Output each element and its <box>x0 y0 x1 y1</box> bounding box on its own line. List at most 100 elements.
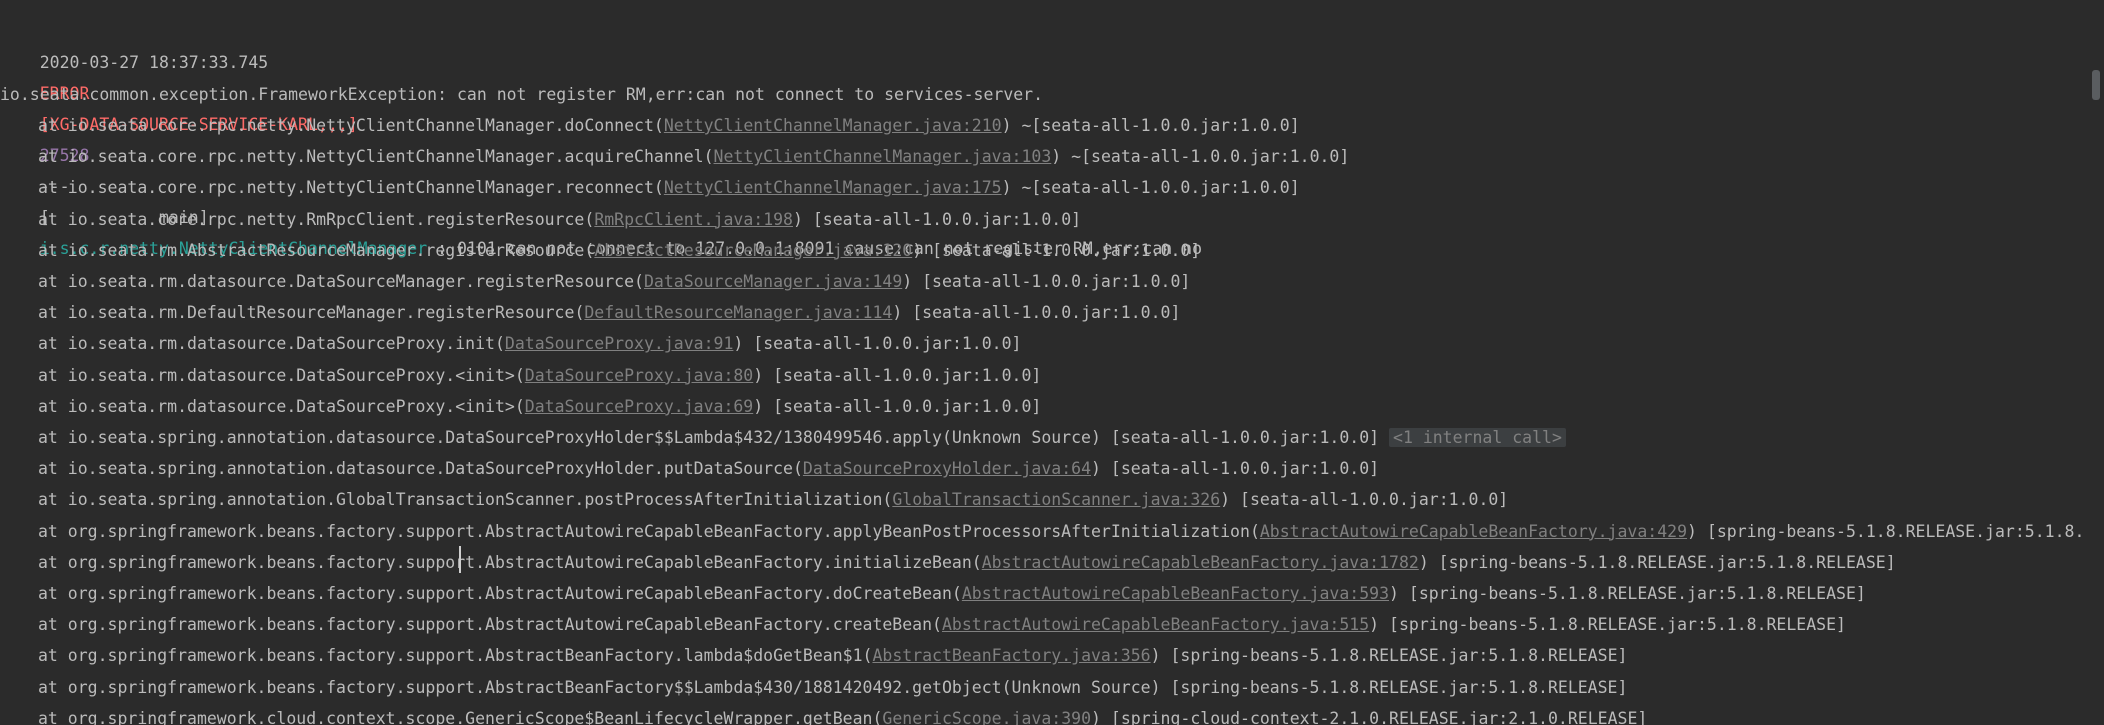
scrollbar-thumb[interactable] <box>2092 70 2100 100</box>
paren-open: ( <box>584 209 595 229</box>
source-link[interactable]: DataSourceManager.java:149 <box>644 272 902 291</box>
jar-info: [seata-all-1.0.0.jar:1.0.0] <box>743 334 1022 354</box>
source-link[interactable]: RmRpcClient.java:198 <box>594 210 793 229</box>
paren-close: ) <box>912 240 923 260</box>
stack-frame-method: at io.seata.core.rpc.netty.NettyClientCh… <box>38 116 654 135</box>
paren-open: ( <box>872 708 883 725</box>
stack-frame: at io.seata.rm.DefaultResourceManager.re… <box>38 297 1180 328</box>
source-link[interactable]: AbstractAutowireCapableBeanFactory.java:… <box>962 584 1389 603</box>
jar-info: ~[seata-all-1.0.0.jar:1.0.0] <box>1011 178 1300 198</box>
text-caret <box>459 546 461 573</box>
paren-open: ( <box>862 646 873 666</box>
log-timestamp: 2020-03-27 18:37:33.745 <box>39 53 269 72</box>
paren-open: ( <box>653 178 664 198</box>
stack-frame-method: at org.springframework.beans.factory.sup… <box>38 584 952 603</box>
stack-frame-method: at io.seata.core.rpc.netty.NettyClientCh… <box>38 178 654 198</box>
paren-open: ( <box>514 365 525 385</box>
source-link[interactable]: DataSourceProxy.java:80 <box>525 366 753 385</box>
internal-call-fold[interactable]: <1 internal call> <box>1389 428 1566 447</box>
console-output[interactable]: 2020-03-27 18:37:33.745 ERROR [XG-DATA-S… <box>0 0 2104 725</box>
stack-frame-method: at io.seata.rm.datasource.DataSourceProx… <box>38 365 515 385</box>
jar-info: [seata-all-1.0.0.jar:1.0.0] <box>1100 428 1380 447</box>
stack-frame-method: at org.springframework.beans.factory.sup… <box>38 552 972 572</box>
paren-close: ) <box>793 209 803 229</box>
stack-frame: at org.springframework.beans.factory.sup… <box>38 516 2084 547</box>
paren-close: ) <box>733 334 744 354</box>
paren-open: ( <box>494 334 505 354</box>
paren-close: ) <box>892 303 903 323</box>
jar-info: [seata-all-1.0.0.jar:1.0.0] <box>802 209 1082 229</box>
stack-frame-method: at io.seata.spring.annotation.GlobalTran… <box>38 490 883 510</box>
stack-frame: at io.seata.rm.datasource.DataSourceProx… <box>38 328 1021 359</box>
paren-close: ) <box>1150 646 1161 666</box>
source-link[interactable]: GlobalTransactionScanner.java:326 <box>892 490 1220 509</box>
stack-frame: at io.seata.core.rpc.netty.RmRpcClient.r… <box>38 204 1081 235</box>
stack-frame: at io.seata.core.rpc.netty.NettyClientCh… <box>38 141 1349 172</box>
source-link[interactable]: AbstractResourceManager.java:120 <box>594 241 912 260</box>
stack-frame-method: at io.seata.rm.datasource.DataSourceProx… <box>38 396 515 416</box>
paren-close: ) <box>753 396 764 416</box>
stack-frame-method: at io.seata.spring.annotation.datasource… <box>38 428 1101 447</box>
stack-frame: at org.springframework.beans.factory.sup… <box>38 609 1846 640</box>
paren-open: ( <box>792 459 803 479</box>
jar-info: [spring-cloud-context-2.1.0.RELEASE.jar:… <box>1100 708 1648 725</box>
paren-close: ) <box>1051 147 1062 167</box>
stack-frame-method: at org.springframework.cloud.context.sco… <box>38 708 873 725</box>
jar-info: [spring-beans-5.1.8.RELEASE.jar:5.1.8. <box>1696 521 2085 541</box>
stack-frame-method: at org.springframework.beans.factory.sup… <box>38 615 933 635</box>
log-header-line: 2020-03-27 18:37:33.745 ERROR [XG-DATA-S… <box>0 16 1202 258</box>
stack-frame: at org.springframework.beans.factory.sup… <box>38 640 1627 671</box>
paren-close: ) <box>1091 459 1101 479</box>
stack-frame-method: at io.seata.core.rpc.netty.RmRpcClient.r… <box>38 209 585 229</box>
jar-info: [seata-all-1.0.0.jar:1.0.0] <box>763 365 1042 385</box>
jar-info: [spring-beans-5.1.8.RELEASE.jar:5.1.8.RE… <box>1398 584 1866 603</box>
jar-info: [spring-beans-5.1.8.RELEASE.jar:5.1.8.RE… <box>1160 646 1628 666</box>
stack-frame: at io.seata.spring.annotation.GlobalTran… <box>38 484 1508 515</box>
paren-open: ( <box>634 272 644 291</box>
stack-frame-method: at io.seata.rm.AbstractResourceManager.r… <box>38 240 585 260</box>
paren-close: ) <box>1091 708 1101 725</box>
stack-frame: at org.springframework.beans.factory.sup… <box>38 672 1627 703</box>
source-link[interactable]: AbstractAutowireCapableBeanFactory.java:… <box>942 615 1369 634</box>
jar-info: [seata-all-1.0.0.jar:1.0.0] <box>1100 459 1380 479</box>
source-link[interactable]: DataSourceProxy.java:69 <box>525 397 753 416</box>
source-link[interactable]: DataSourceProxyHolder.java:64 <box>803 459 1091 478</box>
source-link[interactable]: GenericScope.java:390 <box>882 709 1091 725</box>
source-link[interactable]: NettyClientChannelManager.java:175 <box>664 178 1002 197</box>
source-link[interactable]: AbstractAutowireCapableBeanFactory.java:… <box>982 553 1419 572</box>
stack-frame-method: at org.springframework.beans.factory.sup… <box>38 677 1161 697</box>
stack-frame: at org.springframework.beans.factory.sup… <box>38 547 1896 578</box>
stack-frame: at io.seata.rm.datasource.DataSourceProx… <box>38 360 1041 391</box>
paren-close: ) <box>753 365 764 385</box>
paren-open: ( <box>514 396 525 416</box>
jar-info: [seata-all-1.0.0.jar:1.0.0] <box>922 240 1201 260</box>
paren-open: ( <box>951 584 962 603</box>
paren-close: ) <box>1001 178 1012 198</box>
source-link[interactable]: DefaultResourceManager.java:114 <box>584 303 892 322</box>
stack-frame-method: at io.seata.rm.datasource.DataSourceProx… <box>38 334 495 354</box>
jar-info: [spring-beans-5.1.8.RELEASE.jar:5.1.8.RE… <box>1160 677 1628 697</box>
vertical-scrollbar[interactable] <box>2076 0 2104 725</box>
source-link[interactable]: NettyClientChannelManager.java:210 <box>664 116 1002 135</box>
paren-open: ( <box>574 303 585 323</box>
paren-open: ( <box>703 147 714 167</box>
jar-info: [seata-all-1.0.0.jar:1.0.0] <box>1230 490 1509 510</box>
source-link[interactable]: AbstractBeanFactory.java:356 <box>872 646 1150 665</box>
stack-frame: at io.seata.core.rpc.netty.NettyClientCh… <box>38 110 1300 141</box>
stack-frame-method: at org.springframework.beans.factory.sup… <box>38 646 863 666</box>
paren-close: ) <box>1389 584 1399 603</box>
jar-info: [seata-all-1.0.0.jar:1.0.0] <box>902 303 1181 323</box>
source-link[interactable]: AbstractAutowireCapableBeanFactory.java:… <box>1260 522 1687 541</box>
paren-open: ( <box>971 552 982 572</box>
paren-open: ( <box>882 490 893 510</box>
jar-info: ~[seata-all-1.0.0.jar:1.0.0] <box>1011 116 1300 135</box>
stack-frame: at org.springframework.beans.factory.sup… <box>38 578 1866 609</box>
stack-frame: at io.seata.rm.datasource.DataSourceProx… <box>38 391 1041 422</box>
stack-frame-method: at io.seata.core.rpc.netty.NettyClientCh… <box>38 147 704 167</box>
source-link[interactable]: NettyClientChannelManager.java:103 <box>714 147 1052 166</box>
jar-info: [spring-beans-5.1.8.RELEASE.jar:5.1.8.RE… <box>1379 615 1846 635</box>
stack-frame-method: at io.seata.spring.annotation.datasource… <box>38 459 793 479</box>
source-link[interactable]: DataSourceProxy.java:91 <box>505 334 733 353</box>
jar-info: ~[seata-all-1.0.0.jar:1.0.0] <box>1061 147 1350 167</box>
paren-close: ) <box>902 272 913 291</box>
